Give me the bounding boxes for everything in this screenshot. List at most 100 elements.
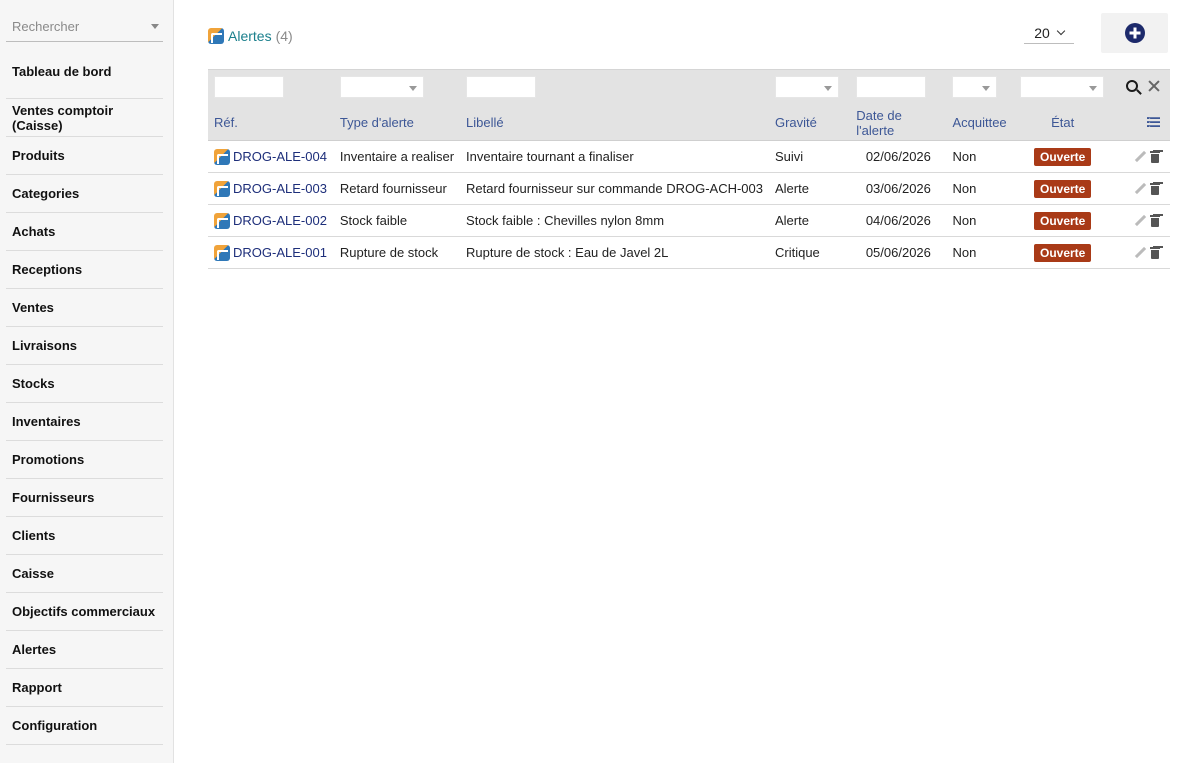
alerts-table: Réf. Type d'alerte Libellé Gravité Date …	[208, 69, 1170, 269]
edit-icon[interactable]	[1134, 151, 1146, 163]
cell-ack: Non	[946, 204, 1015, 237]
sidebar-item-achats[interactable]: Achats	[6, 213, 163, 251]
sidebar-menu: Tableau de bord Ventes comptoir (Caisse)…	[6, 42, 163, 745]
page-title: Alertes (4)	[208, 27, 293, 44]
cell-severity: Alerte	[768, 204, 851, 237]
col-header-state[interactable]: État	[1014, 105, 1112, 141]
edit-icon[interactable]	[1134, 215, 1146, 227]
col-header-date[interactable]: Date de l'alerte	[850, 105, 947, 141]
sidebar-item-ventes-comptoir[interactable]: Ventes comptoir (Caisse)	[6, 99, 163, 137]
ref-link[interactable]: DROG-ALE-004	[233, 149, 327, 164]
cell-label: Inventaire tournant a finaliser	[460, 140, 769, 173]
sidebar-search[interactable]: Rechercher	[6, 12, 163, 42]
cell-ack: Non	[946, 140, 1015, 173]
cell-label: Rupture de stock : Eau de Javel 2L	[460, 236, 769, 269]
trash-icon[interactable]	[1150, 246, 1160, 259]
sidebar-item-objectifs[interactable]: Objectifs commerciaux	[6, 593, 163, 631]
status-badge: Ouverte	[1033, 211, 1092, 230]
page-title-text[interactable]: Alertes	[228, 28, 272, 44]
col-header-ack[interactable]: Acquittee	[946, 105, 1015, 141]
sidebar: Rechercher Tableau de bord Ventes compto…	[0, 0, 174, 763]
record-icon	[214, 244, 230, 261]
filter-row	[208, 69, 1170, 106]
trash-icon[interactable]	[1150, 182, 1160, 195]
trash-icon[interactable]	[1150, 214, 1160, 227]
col-header-type[interactable]: Type d'alerte	[333, 105, 461, 141]
sidebar-item-tableau-de-bord[interactable]: Tableau de bord	[6, 42, 163, 99]
ref-link[interactable]: DROG-ALE-002	[233, 213, 327, 228]
filter-label-input[interactable]	[466, 76, 537, 98]
cell-type: Rupture de stock	[333, 236, 461, 269]
cell-date: 05/06/2026	[850, 236, 947, 269]
module-icon	[208, 27, 224, 44]
sidebar-item-configuration[interactable]: Configuration	[6, 707, 163, 745]
record-icon	[214, 148, 230, 165]
filter-state-select[interactable]	[1020, 76, 1105, 98]
cell-ack: Non	[946, 236, 1015, 269]
list-icon[interactable]	[1147, 117, 1160, 128]
sidebar-item-fournisseurs[interactable]: Fournisseurs	[6, 479, 163, 517]
close-icon[interactable]	[1148, 80, 1160, 92]
filter-ack-select[interactable]	[952, 76, 998, 98]
record-icon	[214, 180, 230, 197]
sidebar-item-promotions[interactable]: Promotions	[6, 441, 163, 479]
filter-severity-select[interactable]	[774, 76, 839, 98]
cell-severity: Alerte	[768, 172, 851, 205]
chevron-down-icon	[982, 86, 991, 91]
trash-icon[interactable]	[1150, 150, 1160, 163]
sidebar-item-rapport[interactable]: Rapport	[6, 669, 163, 707]
ref-link[interactable]: DROG-ALE-003	[233, 181, 327, 196]
col-header-severity[interactable]: Gravité	[768, 105, 851, 141]
chevron-down-icon[interactable]	[151, 24, 159, 29]
record-count: (4)	[275, 27, 293, 44]
page-size-select[interactable]: 20	[1024, 22, 1074, 44]
sidebar-item-categories[interactable]: Categories	[6, 175, 163, 213]
plus-circle-icon	[1124, 23, 1145, 43]
cell-date: 04/06/2026	[850, 204, 947, 237]
main-content: Alertes (4) 20 Réf. Type d'alerte Libell…	[174, 0, 1200, 763]
cell-date: 02/06/2026	[850, 140, 947, 173]
status-badge: Ouverte	[1033, 147, 1092, 166]
sidebar-item-livraisons[interactable]: Livraisons	[6, 327, 163, 365]
page-size-value: 20	[1034, 24, 1050, 41]
ref-link[interactable]: DROG-ALE-001	[233, 245, 327, 260]
sidebar-item-inventaires[interactable]: Inventaires	[6, 403, 163, 441]
cell-ack: Non	[946, 172, 1015, 205]
filter-type-select[interactable]	[339, 76, 424, 98]
sidebar-item-stocks[interactable]: Stocks	[6, 365, 163, 403]
cell-severity: Suivi	[768, 140, 851, 173]
col-header-ref[interactable]: Réf.	[208, 105, 334, 141]
chevron-down-icon	[1056, 26, 1066, 35]
cell-label: Retard fournisseur sur commande DROG-ACH…	[460, 172, 769, 205]
edit-icon[interactable]	[1134, 247, 1146, 259]
add-alert-button[interactable]	[1101, 13, 1168, 53]
edit-icon[interactable]	[1134, 183, 1146, 195]
cell-label: Stock faible : Chevilles nylon 8mm	[460, 204, 769, 237]
sidebar-item-clients[interactable]: Clients	[6, 517, 163, 555]
sidebar-item-produits[interactable]: Produits	[6, 137, 163, 175]
chevron-down-icon	[1089, 86, 1098, 91]
filter-ref-input[interactable]	[214, 76, 284, 98]
sidebar-item-receptions[interactable]: Receptions	[6, 251, 163, 289]
cell-type: Retard fournisseur	[333, 172, 461, 205]
chevron-down-icon	[408, 86, 417, 91]
header-row: Réf. Type d'alerte Libellé Gravité Date …	[208, 105, 1170, 141]
record-icon	[214, 212, 230, 229]
table-row: DROG-ALE-003 Retard fournisseur Retard f…	[208, 172, 1170, 205]
cell-date: 03/06/2026	[850, 172, 947, 205]
table-row: DROG-ALE-002 Stock faible Stock faible :…	[208, 204, 1170, 237]
sidebar-item-ventes[interactable]: Ventes	[6, 289, 163, 327]
cell-severity: Critique	[768, 236, 851, 269]
page-header: Alertes (4) 20	[208, 0, 1170, 69]
status-badge: Ouverte	[1033, 243, 1092, 262]
search-placeholder: Rechercher	[12, 19, 80, 34]
cell-type: Stock faible	[333, 204, 461, 237]
sidebar-item-caisse[interactable]: Caisse	[6, 555, 163, 593]
table-row: DROG-ALE-004 Inventaire a realiser Inven…	[208, 140, 1170, 173]
cell-type: Inventaire a realiser	[333, 140, 461, 173]
filter-date-input[interactable]	[856, 76, 927, 98]
sidebar-item-alertes[interactable]: Alertes	[6, 631, 163, 669]
status-badge: Ouverte	[1033, 179, 1092, 198]
col-header-label[interactable]: Libellé	[460, 105, 769, 141]
search-icon[interactable]	[1126, 80, 1138, 92]
